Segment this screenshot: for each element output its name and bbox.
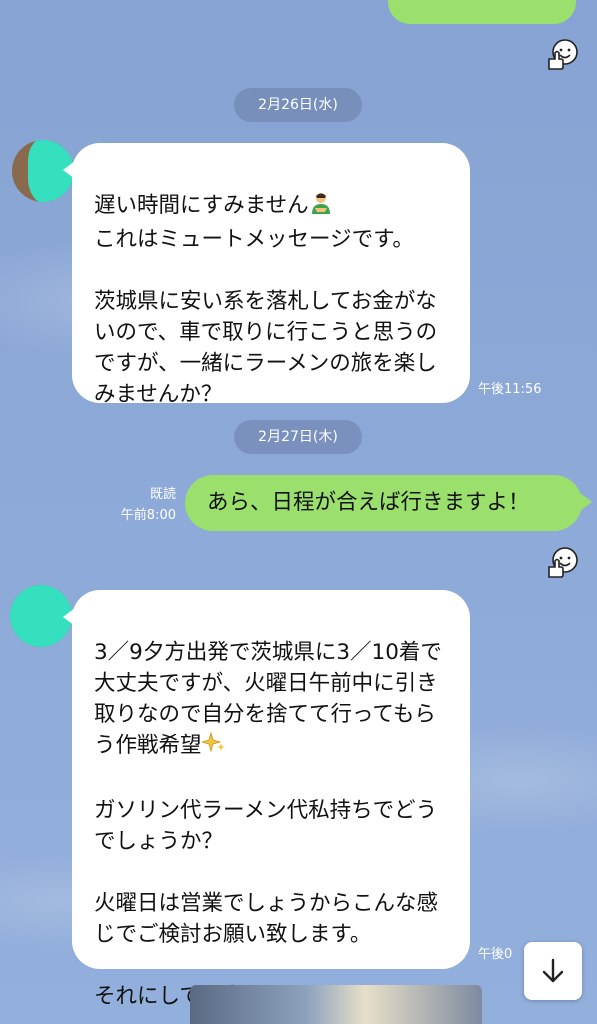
message-timestamp: 午後0	[478, 947, 513, 962]
sparkles-emoji-icon	[200, 731, 226, 764]
incoming-message-bubble[interactable]: 3／9夕方出発で茨城県に3／10着で大丈夫ですが、火曜日午前中に引き取りなので自…	[63, 590, 470, 1009]
smiley-thumbs-up-icon[interactable]	[546, 37, 580, 71]
message-text: 遅い時間にすみません	[94, 193, 309, 218]
date-separator: 2月26日(水)	[234, 88, 362, 122]
message-text: あら、日程が合えば行きますよ！	[207, 490, 530, 515]
incoming-message-bubble[interactable]: 遅い時間にすみません これはミュートメッセージです。 茨城県に安い系を落札してお…	[63, 143, 470, 407]
outgoing-message-bubble[interactable]: あら、日程が合えば行きますよ！	[185, 475, 592, 531]
message-text: 火曜日は営業でしょうからこんな感じでご検討お願い致します。	[94, 891, 439, 947]
message-timestamp: 午前8:00	[120, 508, 176, 523]
message-text: ガソリン代ラーメン代私持ちでどうでしょうか？	[94, 798, 438, 854]
scroll-to-bottom-button[interactable]	[524, 942, 582, 1000]
smiley-thumbs-up-icon[interactable]	[546, 545, 580, 579]
message-text-body: これはミュートメッセージです。 茨城県に安い系を落札してお金がないので、車で取り…	[94, 227, 438, 407]
message-timestamp: 午後11:56	[478, 382, 542, 397]
date-separator: 2月27日(木)	[234, 420, 362, 454]
person-emoji-icon	[309, 191, 333, 224]
previous-outgoing-bubble[interactable]	[388, 0, 576, 24]
image-message-preview[interactable]	[190, 985, 482, 1024]
arrow-down-icon	[542, 958, 564, 983]
message-text: 3／9夕方出発で茨城県に3／10着で大丈夫ですが、火曜日午前中に引き取りなので自…	[94, 640, 442, 758]
read-receipt: 既読	[149, 487, 176, 502]
